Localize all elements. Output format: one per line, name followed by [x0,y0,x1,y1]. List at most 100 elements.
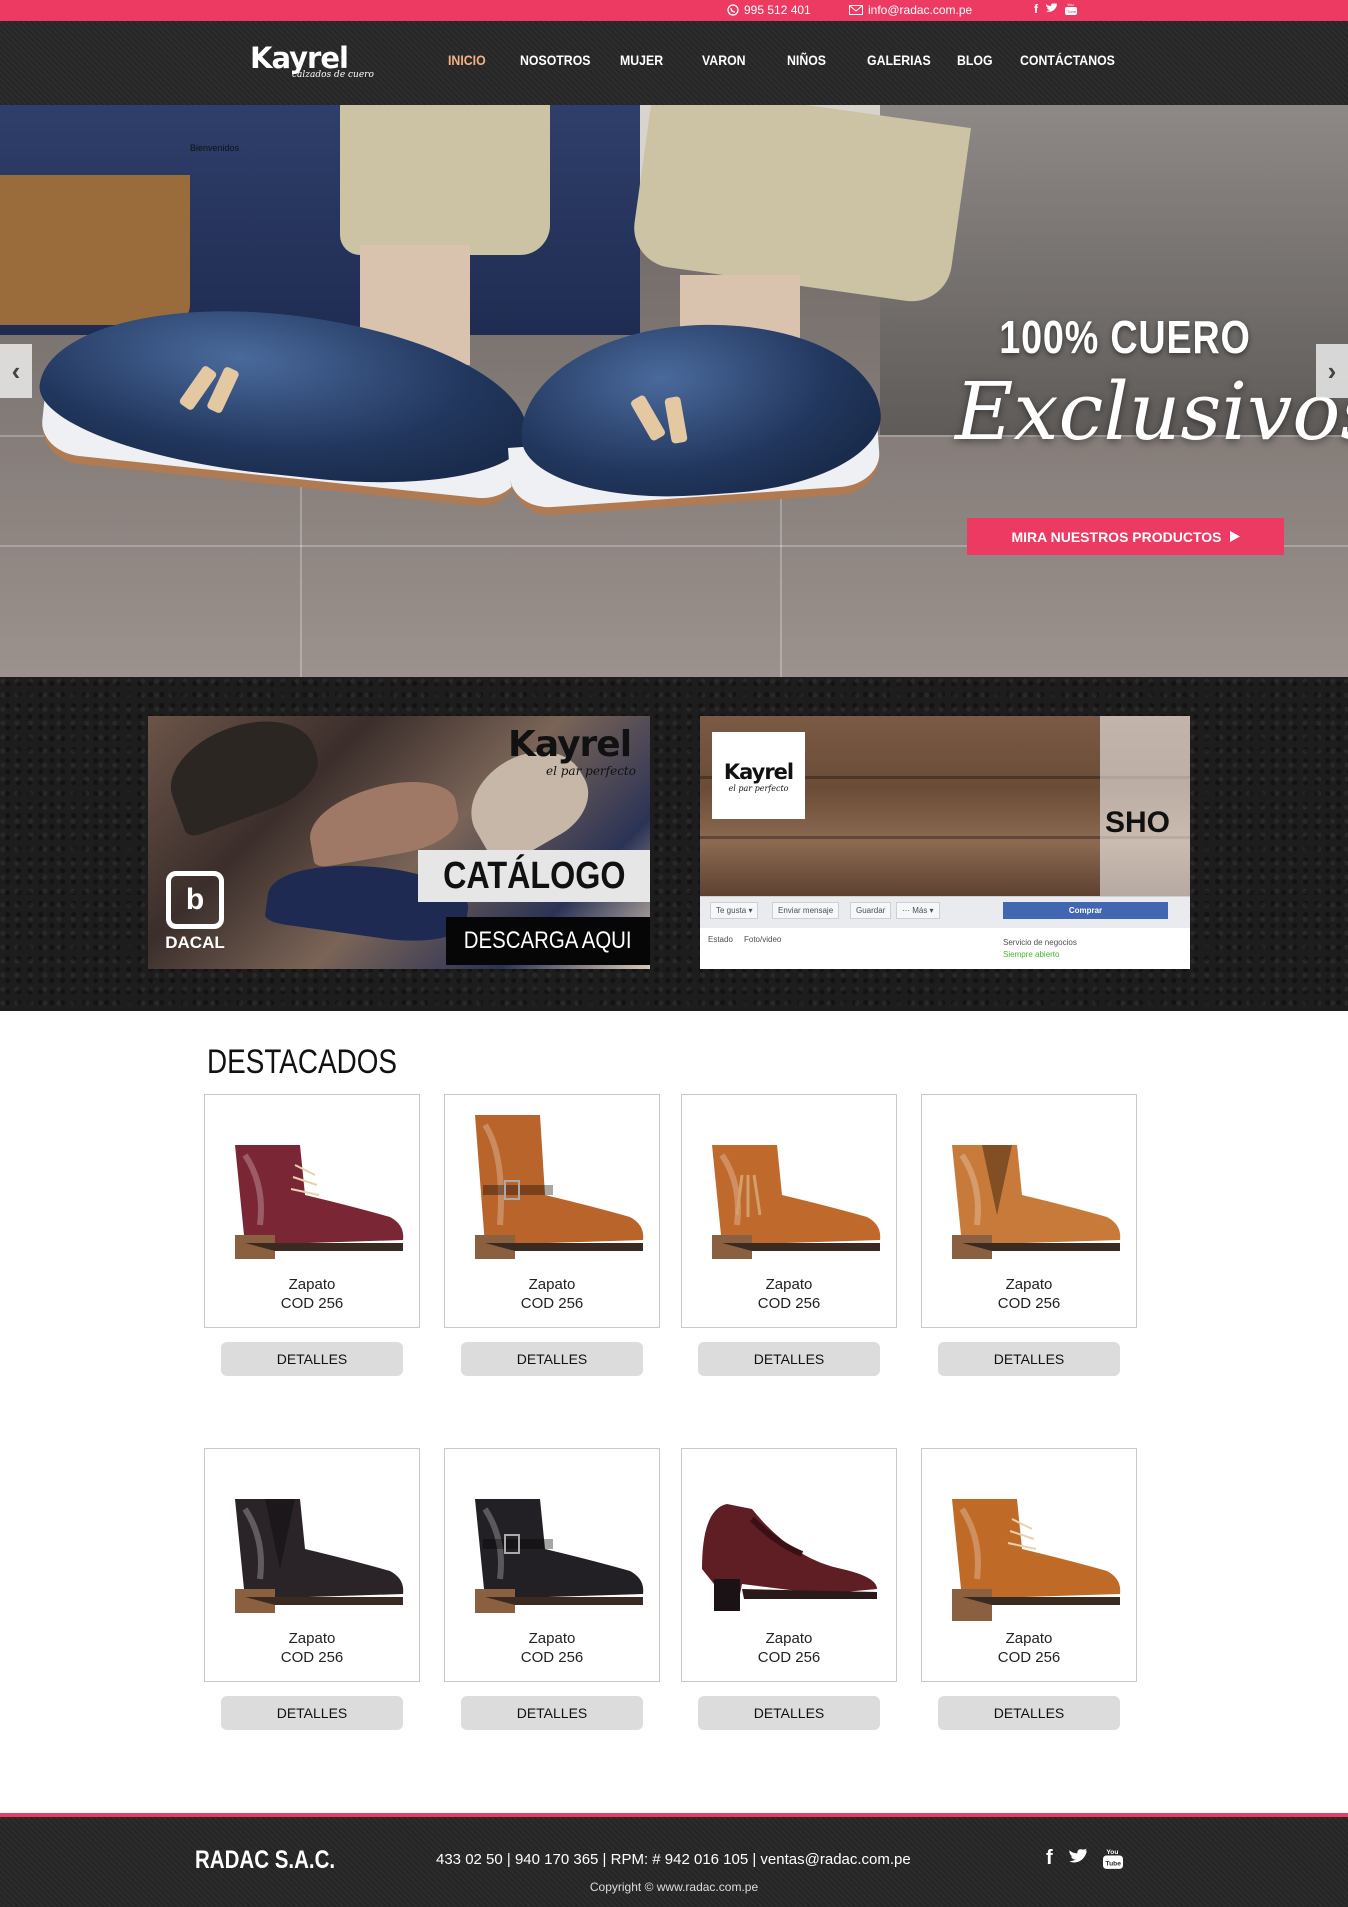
product-name: Zapato [1005,1276,1053,1293]
product-image [702,1504,877,1611]
details-button[interactable]: DETALLES [938,1342,1120,1376]
product-name: Zapato [288,1276,336,1293]
fb-message-button[interactable]: Enviar mensaje [772,902,840,919]
view-products-button[interactable]: MIRA NUESTROS PRODUCTOS [967,518,1284,555]
product-card[interactable]: Zapato COD 256 [681,1448,897,1682]
product-image [235,1499,404,1613]
top-social-links: f You Tube [1034,2,1077,16]
product-image [952,1499,1121,1621]
catalog-title: CATÁLOGO [418,850,650,902]
twitter-icon[interactable] [1067,1847,1089,1866]
catalog-tagline: el par perfecto [546,764,636,778]
product-code: COD 256 [997,1649,1061,1666]
main-nav: INICIO NOSOTROS MUJER VARON NIÑOS GALERI… [0,52,1348,76]
catalog-brand: Kayrel [508,724,632,765]
email-text: info@radac.com.pe [868,3,973,17]
product-code: COD 256 [757,1295,821,1312]
footer-contact: 433 02 50 | 940 170 365 | RPM: # 942 016… [436,1851,911,1868]
product-code: COD 256 [280,1649,344,1666]
site-footer: RADAC S.A.C. 433 02 50 | 940 170 365 | R… [0,1813,1348,1907]
product-card[interactable]: Zapato COD 256 [444,1094,660,1328]
product-name: Zapato [528,1276,576,1293]
footer-social-links: f You Tube [1046,1847,1123,1870]
top-bar: 995 512 401 info@radac.com.pe f You Tube [0,0,1348,21]
svg-text:You: You [1067,2,1074,7]
nav-inicio[interactable]: INICIO [448,52,486,68]
fb-like-button[interactable]: Te gusta ▾ [710,902,759,919]
hero-script-title: Exclusivos [955,365,1348,458]
phone-contact[interactable]: 995 512 401 [727,3,811,17]
slider-prev-button[interactable]: ‹ [0,344,32,398]
fb-save-button[interactable]: Guardar [850,902,892,919]
details-button[interactable]: DETALLES [461,1696,643,1730]
product-card[interactable]: Zapato COD 256 [204,1448,420,1682]
product-image [712,1145,881,1259]
promo-banners: Kayrel el par perfecto CATÁLOGO DESCARGA… [0,677,1348,1011]
product-image [475,1115,644,1259]
youtube-icon[interactable]: You Tube [1065,2,1077,15]
chevron-left-icon: ‹ [11,355,21,386]
email-contact[interactable]: info@radac.com.pe [849,3,972,17]
facebook-icon[interactable]: f [1034,2,1038,16]
hero-tiny-text: Bienvenidos [190,143,240,153]
cta-label: MIRA NUESTROS PRODUCTOS [1011,528,1222,545]
details-button[interactable]: DETALLES [221,1696,403,1730]
play-icon [1229,531,1240,542]
product-code: COD 256 [757,1649,821,1666]
dacal-icon: b [166,871,224,929]
site-header: Kayrel calzados de cuero INICIO NOSOTROS… [0,21,1348,105]
product-code: COD 256 [997,1295,1061,1312]
facebook-banner[interactable]: SHO Kayrel el par perfecto Te gusta ▾ En… [700,716,1190,969]
product-name: Zapato [528,1630,576,1647]
details-button[interactable]: DETALLES [938,1696,1120,1730]
nav-ninos[interactable]: NIÑOS [787,52,826,68]
fb-business-label: Servicio de negocios [1003,938,1077,947]
fb-open-label: Siempre abierto [1003,950,1060,959]
phone-text: 995 512 401 [744,3,811,17]
product-code: COD 256 [520,1295,584,1312]
svg-text:Tube: Tube [1105,1861,1121,1868]
product-name: Zapato [765,1630,813,1647]
nav-varon[interactable]: VARON [702,52,746,68]
twitter-icon[interactable] [1045,2,1058,14]
nav-blog[interactable]: BLOG [957,52,993,68]
details-button[interactable]: DETALLES [461,1342,643,1376]
product-image [952,1145,1121,1259]
fb-more-button[interactable]: ··· Más ▾ [896,902,940,919]
product-name: Zapato [1005,1630,1053,1647]
mail-icon [849,5,863,15]
chevron-right-icon: › [1327,355,1337,386]
product-card[interactable]: Zapato COD 256 [681,1094,897,1328]
fb-buy-button[interactable]: Comprar [1003,902,1168,919]
product-card[interactable]: Zapato COD 256 [921,1094,1137,1328]
svg-text:You: You [1106,1849,1118,1856]
details-button[interactable]: DETALLES [698,1696,880,1730]
nav-mujer[interactable]: MUJER [620,52,663,68]
details-button[interactable]: DETALLES [698,1342,880,1376]
featured-title: DESTACADOS [207,1043,398,1081]
hero-slider: Bienvenidos 100% CUERO Exclusivos MIRA N… [0,105,1348,677]
product-code: COD 256 [280,1295,344,1312]
nav-contactanos[interactable]: CONTÁCTANOS [1020,52,1115,68]
product-name: Zapato [765,1276,813,1293]
details-button[interactable]: DETALLES [221,1342,403,1376]
nav-galerias[interactable]: GALERIAS [867,52,931,68]
fb-photo-tab[interactable]: Foto/video [744,935,781,944]
product-name: Zapato [288,1630,336,1647]
product-code: COD 256 [520,1649,584,1666]
slider-next-button[interactable]: › [1316,344,1348,398]
nav-nosotros[interactable]: NOSOTROS [520,52,591,68]
footer-copyright: Copyright © www.radac.com.pe [589,1880,759,1894]
facebook-profile-logo: Kayrel el par perfecto [712,732,805,819]
product-image [235,1145,404,1259]
product-card[interactable]: Zapato COD 256 [921,1448,1137,1682]
whatsapp-icon [727,4,739,16]
youtube-icon[interactable]: You Tube [1102,1847,1123,1869]
product-card[interactable]: Zapato COD 256 [204,1094,420,1328]
fb-status-tab[interactable]: Estado [708,935,733,944]
catalog-banner[interactable]: Kayrel el par perfecto CATÁLOGO DESCARGA… [148,716,650,969]
product-card[interactable]: Zapato COD 256 [444,1448,660,1682]
hero-headline: 100% CUERO [999,311,1251,363]
download-catalog-button[interactable]: DESCARGA AQUI [446,917,650,965]
facebook-icon[interactable]: f [1046,1847,1053,1870]
